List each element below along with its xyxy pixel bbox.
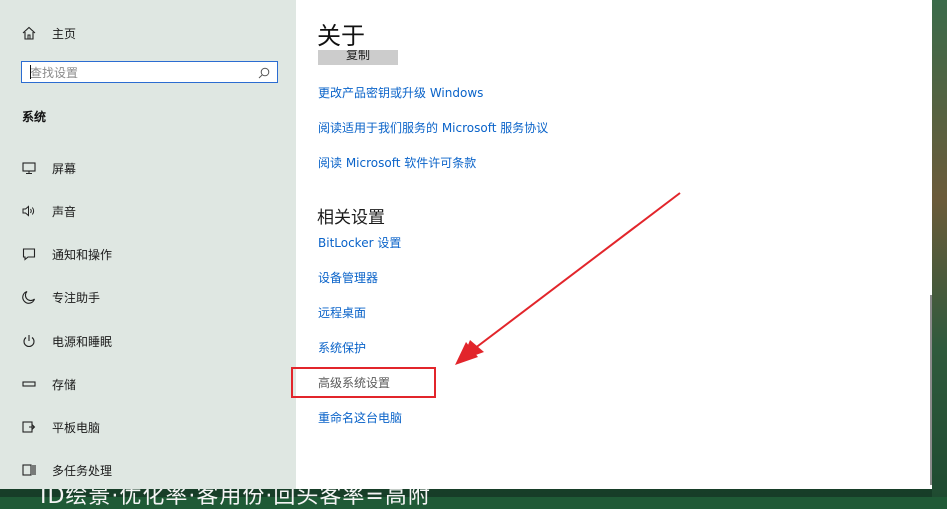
sidebar-item-display[interactable]: 屏幕: [0, 148, 296, 188]
system-protection-link[interactable]: 系统保护: [318, 339, 366, 356]
service-agreement-link[interactable]: 阅读适用于我们服务的 Microsoft 服务协议: [318, 119, 548, 136]
sidebar-item-label: 声音: [52, 204, 77, 219]
sidebar-item-label: 多任务处理: [52, 463, 113, 478]
remote-desktop-link[interactable]: 远程桌面: [318, 304, 366, 321]
home-icon: [18, 22, 40, 44]
desktop-wallpaper-strip: [932, 0, 947, 497]
sidebar-item-label: 电源和睡眠: [52, 334, 113, 349]
storage-icon: [18, 373, 40, 395]
highlight-box: [291, 367, 436, 398]
sidebar-item-multitasking[interactable]: 多任务处理: [0, 450, 296, 490]
page-title: 关于: [317, 22, 365, 50]
device-manager-link[interactable]: 设备管理器: [318, 269, 378, 286]
sidebar-section-title: 系统: [22, 110, 47, 124]
bitlocker-settings-link[interactable]: BitLocker 设置: [318, 234, 401, 251]
sidebar-item-storage[interactable]: 存储: [0, 364, 296, 404]
sidebar-item-tablet[interactable]: 平板电脑: [0, 407, 296, 447]
sidebar-item-label: 主页: [52, 26, 77, 41]
sidebar-item-sound[interactable]: 声音: [0, 191, 296, 231]
settings-content: 关于 复制 更改产品密钥或升级 Windows 阅读适用于我们服务的 Micro…: [291, 0, 932, 489]
sidebar-item-label: 专注助手: [52, 290, 101, 305]
sidebar-item-power-sleep[interactable]: 电源和睡眠: [0, 321, 296, 361]
copy-button[interactable]: 复制: [318, 50, 398, 65]
settings-sidebar: 主页 系统 屏幕 声音 通知和操作 专注助手: [0, 0, 296, 489]
text-caret: [30, 65, 31, 79]
speaker-icon: [18, 200, 40, 222]
license-terms-link[interactable]: 阅读 Microsoft 软件许可条款: [318, 154, 476, 171]
rename-pc-link[interactable]: 重命名这台电脑: [318, 409, 402, 426]
moon-icon: [18, 286, 40, 308]
search-box[interactable]: [21, 61, 278, 83]
sidebar-item-focus-assist[interactable]: 专注助手: [0, 277, 296, 317]
scrollbar[interactable]: [930, 295, 932, 485]
tablet-icon: [18, 416, 40, 438]
sidebar-item-label: 平板电脑: [52, 420, 101, 435]
change-product-key-link[interactable]: 更改产品密钥或升级 Windows: [318, 84, 483, 101]
sidebar-item-label: 通知和操作: [52, 247, 113, 262]
related-settings-title: 相关设置: [317, 208, 385, 228]
monitor-icon: [18, 157, 40, 179]
multitask-icon: [18, 459, 40, 481]
power-icon: [18, 330, 40, 352]
sidebar-item-label: 屏幕: [52, 161, 77, 176]
sidebar-item-notifications[interactable]: 通知和操作: [0, 234, 296, 274]
search-icon[interactable]: [257, 65, 271, 79]
search-input[interactable]: [22, 63, 247, 83]
sidebar-item-home[interactable]: 主页: [0, 13, 296, 53]
sidebar-item-label: 存储: [52, 377, 77, 392]
notification-icon: [18, 243, 40, 265]
